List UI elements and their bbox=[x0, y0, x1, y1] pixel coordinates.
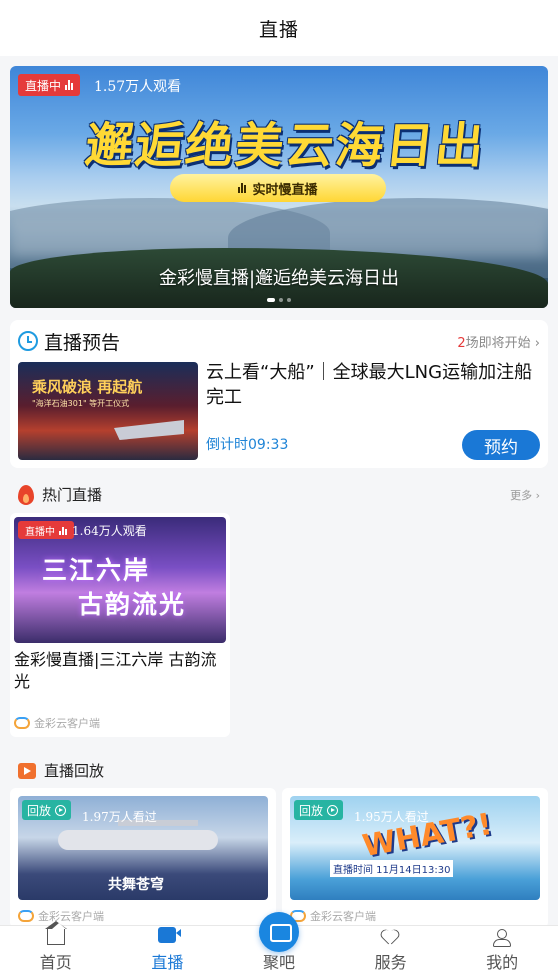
tab-label: 直播 bbox=[151, 953, 184, 972]
replay-section-title: 直播回放 bbox=[44, 762, 105, 780]
viewer-count: 1.95万人看过 bbox=[354, 810, 429, 824]
tab-live[interactable]: 直播 bbox=[112, 926, 224, 979]
source-label: 金彩云客户端 bbox=[290, 908, 376, 924]
more-link[interactable]: 更多 › bbox=[510, 487, 540, 503]
book-button[interactable]: 预约 bbox=[462, 430, 540, 460]
hot-live-title: 热门直播 bbox=[42, 486, 103, 504]
replay-badge-label: 回放 bbox=[299, 803, 324, 818]
tab-profile[interactable]: 我的 bbox=[446, 926, 558, 979]
airplane-graphic bbox=[58, 820, 218, 850]
play-circle-icon bbox=[55, 804, 67, 816]
thumbnail-subtitle: "海洋石油301" 等开工仪式 bbox=[32, 399, 130, 408]
home-icon bbox=[44, 921, 67, 945]
video-replay-icon bbox=[18, 762, 36, 779]
replay-badge: 回放 bbox=[294, 800, 344, 820]
tab-community[interactable]: 聚吧 bbox=[223, 912, 335, 979]
hero-headline: 邂逅绝美云海日出 bbox=[82, 118, 489, 174]
live-badge: 直播中 bbox=[18, 74, 81, 96]
tab-label: 服务 bbox=[374, 953, 407, 972]
carousel-dots[interactable] bbox=[10, 298, 548, 302]
tab-label: 聚吧 bbox=[262, 953, 295, 972]
viewer-count: 1.64万人观看 bbox=[72, 524, 147, 538]
upcoming-count-suffix: 场即将开始 › bbox=[465, 335, 540, 351]
source-name: 金彩云客户端 bbox=[34, 717, 100, 730]
preview-header: 直播预告 2场即将开始 › bbox=[18, 328, 540, 354]
tab-home[interactable]: 首页 bbox=[0, 921, 112, 979]
live-bars-icon bbox=[65, 80, 74, 90]
heart-icon bbox=[382, 929, 400, 945]
fire-icon bbox=[18, 484, 34, 505]
preview-thumbnail[interactable]: 乘风破浪 再起航 "海洋石油301" 等开工仪式 bbox=[18, 362, 198, 460]
hero-caption: 金彩慢直播|邂逅绝美云海日出 bbox=[158, 268, 400, 289]
replay-badge-label: 回放 bbox=[27, 803, 52, 818]
thumbnail-subtitle: 古韵流光 bbox=[78, 590, 187, 619]
live-preview-card: 直播预告 2场即将开始 › 乘风破浪 再起航 "海洋石油301" 等开工仪式 云… bbox=[10, 320, 548, 468]
top-bar: 直播 bbox=[0, 0, 558, 56]
hero-pill-label: 实时慢直播 bbox=[252, 182, 318, 198]
replay-badge: 回放 bbox=[22, 800, 72, 820]
hot-live-card[interactable]: 三江六岸 古韵流光 直播中 1.64万人观看 金彩慢直播|三江六岸 古韵流光 金… bbox=[10, 513, 230, 737]
hero-pill: 实时慢直播 bbox=[170, 174, 386, 202]
chat-icon[interactable] bbox=[258, 912, 299, 952]
thumbnail-title: 共舞苍穹 bbox=[108, 877, 164, 893]
replay-card[interactable]: 共舞苍穹 回放 1.97万人看过 金彩云客户端 bbox=[10, 788, 276, 928]
live-badge-label: 直播中 bbox=[25, 526, 55, 538]
tab-label: 我的 bbox=[486, 953, 519, 972]
viewer-count: 1.57万人观看 bbox=[94, 79, 182, 95]
hot-live-thumbnail[interactable]: 三江六岸 古韵流光 直播中 1.64万人观看 bbox=[14, 517, 226, 643]
live-bars-icon bbox=[59, 525, 67, 535]
countdown-timer: 倒计时09:33 bbox=[206, 437, 289, 453]
play-circle-icon bbox=[327, 804, 339, 816]
viewer-count: 1.97万人看过 bbox=[82, 810, 157, 824]
user-icon bbox=[493, 929, 512, 947]
thumbnail-title: 乘风破浪 再起航 bbox=[32, 378, 143, 396]
hero-banner[interactable]: 直播中 1.57万人观看 邂逅绝美云海日出 实时慢直播 金彩慢直播|邂逅绝美云海… bbox=[10, 66, 548, 308]
live-video-icon bbox=[158, 927, 182, 943]
bottom-tab-bar: 首页 直播 聚吧 服务 我的 bbox=[0, 912, 558, 979]
ship-graphic bbox=[114, 420, 184, 440]
live-badge-label: 直播中 bbox=[25, 78, 62, 93]
replay-thumbnail[interactable]: 共舞苍穹 回放 1.97万人看过 bbox=[18, 796, 268, 900]
preview-section-title: 直播预告 bbox=[44, 331, 121, 354]
preview-title[interactable]: 云上看“大船”｜全球最大LNG运输加注船完工 bbox=[206, 360, 540, 410]
thumbnail-title: 三江六岸 bbox=[42, 556, 151, 585]
jincaiyun-logo-icon bbox=[14, 717, 30, 729]
jincaiyun-logo-icon bbox=[18, 910, 34, 922]
upcoming-count-link[interactable]: 2场即将开始 › bbox=[457, 332, 540, 351]
source-label: 金彩云客户端 bbox=[14, 715, 100, 731]
hot-live-header: 热门直播 更多 › bbox=[18, 484, 540, 505]
tab-service[interactable]: 服务 bbox=[335, 926, 447, 979]
source-name: 金彩云客户端 bbox=[310, 910, 376, 923]
replay-header: 直播回放 bbox=[18, 760, 540, 781]
upcoming-count: 2 bbox=[457, 335, 466, 351]
live-badge: 直播中 bbox=[18, 521, 74, 539]
live-bars-icon bbox=[238, 183, 247, 193]
alarm-clock-icon bbox=[18, 331, 38, 351]
tab-label: 首页 bbox=[39, 953, 72, 972]
replay-card[interactable]: WHAT?! 直播时间 11月14日13:30 回放 1.95万人看过 金彩云客… bbox=[282, 788, 548, 928]
replay-thumbnail[interactable]: WHAT?! 直播时间 11月14日13:30 回放 1.95万人看过 bbox=[290, 796, 540, 900]
hot-live-title: 金彩慢直播|三江六岸 古韵流光 bbox=[14, 650, 217, 691]
thumbnail-subtitle: 直播时间 11月14日13:30 bbox=[330, 860, 454, 877]
page-title: 直播 bbox=[258, 18, 299, 41]
